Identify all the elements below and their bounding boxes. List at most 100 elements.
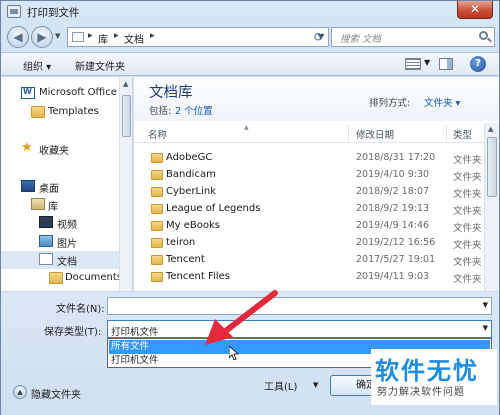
print-to-file-dialog: 打印到文件 ✕ ◀ ▶ ▼ ▸ 库 ▸ 文档 ▸ ▼ ⟳ 搜索 文档 组织 ▾ …: [0, 0, 500, 415]
table-row[interactable]: My eBooks 2019/4/9 14:46 文件夹: [134, 218, 484, 235]
library-includes-label: 包括:: [149, 106, 172, 117]
save-type-select[interactable]: 打印机文件 ▼: [107, 320, 492, 338]
sidebar-item-microsoft-office[interactable]: Microsoft Office: [1, 85, 119, 103]
window-title: 打印到文件: [27, 7, 80, 19]
table-row[interactable]: teiron 2019/2/12 16:56 文件夹: [134, 235, 484, 252]
breadcrumb-separator-icon[interactable]: ▸: [88, 31, 93, 41]
scroll-up-icon[interactable]: ▲: [123, 80, 128, 88]
file-name: teiron: [166, 237, 196, 248]
search-icon[interactable]: [479, 31, 488, 40]
breadcrumb-documents[interactable]: 文档: [124, 31, 144, 46]
column-header: ▲ 名称 修改日期 类型: [134, 123, 484, 143]
sidebar-scrollbar[interactable]: ▲: [119, 77, 132, 291]
chevron-up-icon: ▲: [13, 385, 27, 399]
scrollbar-thumb[interactable]: [487, 137, 497, 197]
library-locations-link[interactable]: 2 个位置: [175, 103, 213, 117]
view-options-icon[interactable]: [405, 58, 421, 70]
sidebar-item-favorites[interactable]: ★ 收藏夹: [1, 140, 119, 158]
location-icon: [72, 32, 84, 42]
file-name: League of Legends: [166, 203, 261, 214]
close-button[interactable]: ✕: [457, 1, 493, 19]
refresh-button[interactable]: ⟳: [309, 28, 329, 46]
navigation-pane: Microsoft Office Templates ★ 收藏夹 桌面 库 视频…: [1, 77, 133, 291]
table-row[interactable]: League of Legends 2018/9/2 19:13 文件夹: [134, 201, 484, 218]
file-type: 文件夹: [453, 223, 482, 234]
sidebar-item-label: 库: [48, 202, 58, 213]
sidebar-item-label: Documents: [65, 272, 123, 283]
printer-icon: [7, 5, 21, 18]
breadcrumb-library[interactable]: 库: [98, 31, 108, 46]
column-date[interactable]: 修改日期: [356, 127, 394, 141]
sidebar-item-documents-folder[interactable]: Documents: [1, 270, 123, 288]
arrow-left-icon: ◀: [13, 30, 23, 44]
hide-folders-label: 隐藏文件夹: [31, 390, 81, 401]
address-row: ◀ ▶ ▼ ▸ 库 ▸ 文档 ▸ ▼ ⟳ 搜索 文档: [1, 23, 499, 51]
chevron-down-icon[interactable]: ▼: [483, 324, 488, 332]
breadcrumb-separator-icon[interactable]: ▸: [150, 31, 155, 41]
column-name[interactable]: 名称: [148, 127, 167, 141]
file-name: AdobeGC: [166, 152, 213, 163]
file-date: 2018/9/2 19:13: [356, 203, 430, 214]
chevron-down-icon[interactable]: ▼: [313, 381, 318, 389]
folder-icon: [151, 170, 163, 180]
arrow-right-icon: ▶: [37, 30, 47, 44]
sidebar-item-label: 桌面: [39, 184, 59, 195]
sidebar-item-label: 视频: [57, 220, 77, 231]
recent-locations-dropdown[interactable]: ▼: [55, 32, 60, 40]
address-bar[interactable]: ▸ 库 ▸ 文档 ▸ ▼: [67, 27, 329, 47]
organize-menu[interactable]: 组织 ▾: [23, 58, 51, 73]
arrange-by-label: 排列方式:: [369, 98, 411, 109]
table-row[interactable]: AdobeGC 2018/8/31 17:20 文件夹: [134, 150, 484, 167]
breadcrumb-separator-icon[interactable]: ▸: [114, 31, 119, 41]
sidebar-item-library[interactable]: 库: [1, 196, 119, 214]
file-type: 文件夹: [453, 155, 482, 166]
preview-pane-icon[interactable]: [439, 58, 453, 70]
table-row[interactable]: Tencent Files 2019/4/11 9:03 文件夹: [134, 269, 484, 286]
tools-menu[interactable]: 工具(L): [264, 378, 297, 393]
folder-icon: [151, 238, 163, 248]
star-icon: ★: [21, 140, 33, 155]
folder-icon: [151, 187, 163, 197]
file-list-scrollbar[interactable]: ▲: [484, 123, 499, 291]
arrange-by-dropdown[interactable]: 文件夹 ▾: [424, 95, 460, 109]
mouse-cursor-icon: [229, 346, 239, 360]
sidebar-item-documents[interactable]: 文档: [1, 251, 119, 269]
library-header: 文档库 包括: 2 个位置 排列方式: 文件夹 ▾: [134, 77, 499, 121]
new-folder-button[interactable]: 新建文件夹: [75, 58, 125, 73]
sidebar-item-templates[interactable]: Templates: [1, 104, 119, 122]
forward-button[interactable]: ▶: [31, 26, 53, 48]
sidebar-item-videos[interactable]: 视频: [1, 214, 119, 232]
table-row[interactable]: Tencent 2017/5/27 19:01 文件夹: [134, 252, 484, 269]
table-row[interactable]: Bandicam 2019/4/10 9:30 文件夹: [134, 167, 484, 184]
sidebar-item-pictures[interactable]: 图片: [1, 233, 119, 251]
chevron-down-icon[interactable]: ▼: [483, 301, 488, 309]
file-type: 文件夹: [453, 206, 482, 217]
folder-icon: [151, 221, 163, 231]
scrollbar-thumb[interactable]: [122, 95, 131, 137]
annotation-arrow-icon: [205, 290, 278, 345]
file-date: 2019/2/12 16:56: [356, 237, 436, 248]
file-date: 2018/9/2 18:07: [356, 186, 430, 197]
watermark-subtitle: 努力解决软件问题: [377, 387, 465, 398]
column-divider[interactable]: [446, 125, 447, 141]
file-type: 文件夹: [453, 240, 482, 251]
search-input[interactable]: 搜索 文档: [331, 27, 495, 47]
watermark-title: 软件无忧: [375, 357, 479, 385]
watermark: 软件无忧 努力解决软件问题: [371, 349, 497, 405]
file-type: 文件夹: [453, 189, 482, 200]
column-divider[interactable]: [348, 125, 349, 141]
file-name: Tencent Files: [166, 271, 230, 282]
picture-icon: [39, 235, 53, 247]
scroll-up-icon[interactable]: ▲: [488, 125, 493, 133]
file-name: CyberLink: [166, 186, 216, 197]
help-icon[interactable]: ?: [470, 56, 486, 72]
library-icon: [31, 198, 45, 210]
chevron-down-icon[interactable]: ▼: [424, 58, 430, 67]
table-row[interactable]: CyberLink 2018/9/2 18:07 文件夹: [134, 184, 484, 201]
column-type[interactable]: 类型: [453, 127, 472, 141]
file-name: My eBooks: [166, 220, 220, 231]
back-button[interactable]: ◀: [7, 26, 29, 48]
filename-input[interactable]: ▼: [107, 297, 492, 315]
save-type-value: 打印机文件: [111, 327, 159, 338]
sidebar-item-desktop[interactable]: 桌面: [1, 178, 119, 196]
